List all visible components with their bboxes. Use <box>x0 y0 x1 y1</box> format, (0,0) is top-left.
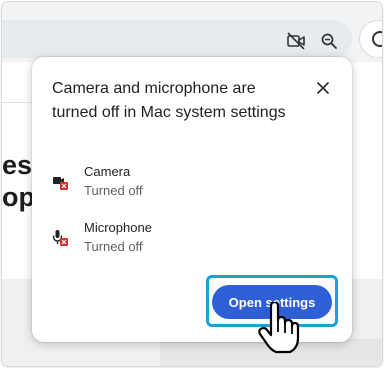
permission-name: Microphone <box>84 220 152 235</box>
headline-fragment: op <box>2 182 35 212</box>
close-icon[interactable] <box>312 77 334 99</box>
permission-row-microphone: Microphone Turned off <box>52 219 312 259</box>
profile-icon <box>372 31 382 47</box>
browser-window: ess op Camera and microphone are turned … <box>2 2 382 366</box>
profile-button[interactable] <box>359 20 382 58</box>
permission-popup: Camera and microphone are turned off in … <box>32 57 352 342</box>
permission-status: Turned off <box>84 239 143 254</box>
permission-status: Turned off <box>84 183 143 198</box>
permission-name: Camera <box>84 164 131 179</box>
camera-blocked-icon <box>52 173 70 191</box>
browser-toolbar <box>2 2 382 62</box>
camera-off-icon[interactable] <box>284 29 308 53</box>
microphone-blocked-icon <box>52 229 70 247</box>
popup-title: Camera and microphone are turned off in … <box>52 80 286 121</box>
permission-row-camera: Camera Turned off <box>52 163 312 203</box>
hand-pointer-icon <box>257 300 301 354</box>
zoom-icon[interactable] <box>317 29 341 53</box>
